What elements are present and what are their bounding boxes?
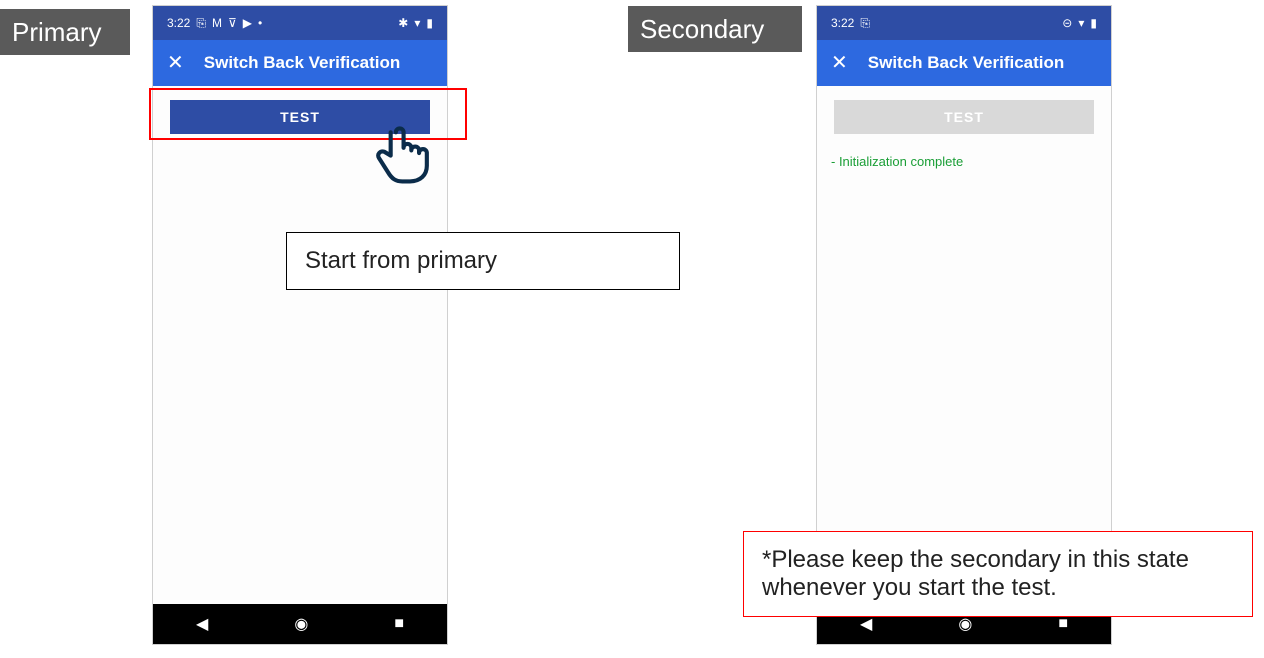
annotation-start-primary: Start from primary [286, 232, 680, 290]
status-bar: 3:22 ⎘ M ⊽ ▶ • ✱ ▾ ▮ [153, 6, 447, 40]
status-time: 3:22 [167, 16, 190, 30]
device-tag-secondary: Secondary [628, 6, 802, 52]
device-tag-secondary-label: Secondary [640, 14, 764, 45]
nav-recent-icon[interactable]: ■ [1058, 615, 1068, 633]
wifi-icon: ▾ [414, 16, 420, 30]
nav-home-icon[interactable]: ◉ [958, 614, 972, 634]
wifi-icon: ▾ [1078, 16, 1084, 30]
battery-icon: ▮ [1090, 16, 1097, 30]
youtube-icon: ▶ [243, 16, 252, 30]
battery-icon: ▮ [426, 16, 433, 30]
nav-back-icon[interactable]: ◀ [196, 614, 208, 634]
app-bar: ✕ Switch Back Verification [153, 40, 447, 86]
annotation-keep-secondary-text: *Please keep the secondary in this state… [762, 546, 1189, 601]
nav-home-icon[interactable]: ◉ [294, 614, 308, 634]
app-title: Switch Back Verification [204, 53, 401, 73]
status-right: ✱ ▾ ▮ [398, 16, 433, 30]
signal-icon: ⊽ [228, 16, 237, 30]
status-left: 3:22 ⎘ M ⊽ ▶ • [167, 16, 262, 31]
test-button: TEST [834, 100, 1094, 134]
close-icon[interactable]: ✕ [831, 53, 848, 73]
status-bar: 3:22 ⎘ ⊝ ▾ ▮ [817, 6, 1111, 40]
phone-primary: 3:22 ⎘ M ⊽ ▶ • ✱ ▾ ▮ ✕ Switch Back Verif… [152, 5, 448, 645]
nav-recent-icon[interactable]: ■ [394, 615, 404, 633]
nav-back-icon[interactable]: ◀ [860, 614, 872, 634]
status-right: ⊝ ▾ ▮ [1062, 16, 1097, 30]
clip-icon: ⎘ [860, 16, 870, 31]
clip-icon: ⎘ [196, 16, 206, 31]
dnd-icon: ⊝ [1062, 16, 1072, 30]
status-left: 3:22 ⎘ [831, 16, 870, 31]
app-bar: ✕ Switch Back Verification [817, 40, 1111, 86]
annotation-keep-secondary: *Please keep the secondary in this state… [743, 531, 1253, 617]
dot-icon: • [258, 16, 262, 30]
annotation-start-primary-text: Start from primary [305, 247, 497, 274]
bluetooth-icon: ✱ [398, 16, 408, 30]
navigation-bar: ◀ ◉ ■ [153, 604, 447, 644]
test-button-label: TEST [944, 109, 984, 125]
device-tag-primary-label: Primary [12, 17, 102, 48]
device-tag-primary: Primary [0, 9, 130, 55]
test-button-label: TEST [280, 109, 320, 125]
app-title: Switch Back Verification [868, 53, 1065, 73]
initialization-status: - Initialization complete [831, 154, 963, 169]
gmail-icon: M [212, 16, 222, 30]
close-icon[interactable]: ✕ [167, 53, 184, 73]
status-time: 3:22 [831, 16, 854, 30]
pointer-hand-icon [370, 122, 432, 184]
content-area: TEST - Initialization complete [817, 86, 1111, 604]
